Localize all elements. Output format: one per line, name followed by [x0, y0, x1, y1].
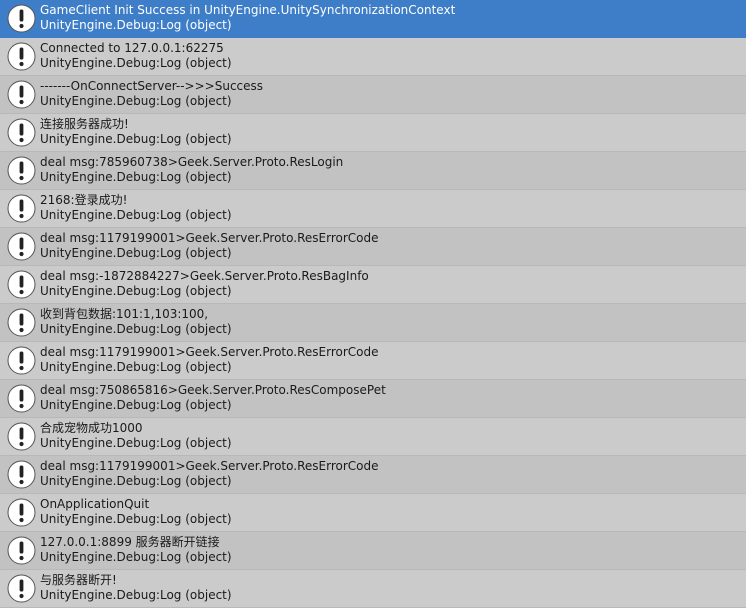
- log-message: 与服务器断开!: [40, 573, 117, 587]
- log-source: UnityEngine.Debug:Log (object): [40, 436, 232, 450]
- log-message: deal msg:785960738>Geek.Server.Proto.Res…: [40, 155, 344, 169]
- log-entry-7[interactable]: deal msg:-1872884227>Geek.Server.Proto.R…: [0, 266, 746, 304]
- info-icon: [7, 156, 36, 185]
- log-source: UnityEngine.Debug:Log (object): [40, 512, 232, 526]
- log-source: UnityEngine.Debug:Log (object): [40, 474, 232, 488]
- log-message: deal msg:-1872884227>Geek.Server.Proto.R…: [40, 269, 369, 283]
- log-source: UnityEngine.Debug:Log (object): [40, 18, 232, 32]
- info-icon: [7, 346, 36, 375]
- log-message: 收到背包数据:101:1,103:100,: [40, 307, 209, 321]
- log-entry-4[interactable]: deal msg:785960738>Geek.Server.Proto.Res…: [0, 152, 746, 190]
- info-icon: [7, 384, 36, 413]
- log-message: GameClient Init Success in UnityEngine.U…: [40, 3, 456, 17]
- log-source: UnityEngine.Debug:Log (object): [40, 170, 232, 184]
- log-message: deal msg:1179199001>Geek.Server.Proto.Re…: [40, 231, 379, 245]
- log-entry-2[interactable]: -------OnConnectServer-->>>Success Unity…: [0, 76, 746, 114]
- info-icon: [7, 4, 36, 33]
- info-icon: [7, 80, 36, 109]
- log-message: OnApplicationQuit: [40, 497, 150, 511]
- info-icon: [7, 194, 36, 223]
- log-source: UnityEngine.Debug:Log (object): [40, 56, 232, 70]
- log-source: UnityEngine.Debug:Log (object): [40, 550, 232, 564]
- console-log-list: GameClient Init Success in UnityEngine.U…: [0, 0, 746, 608]
- log-entry-15[interactable]: 与服务器断开! UnityEngine.Debug:Log (object): [0, 570, 746, 608]
- info-icon: [7, 460, 36, 489]
- log-entry-11[interactable]: 合成宠物成功1000 UnityEngine.Debug:Log (object…: [0, 418, 746, 456]
- log-message: 127.0.0.1:8899 服务器断开链接: [40, 535, 220, 549]
- info-icon: [7, 308, 36, 337]
- info-icon: [7, 422, 36, 451]
- info-icon: [7, 118, 36, 147]
- info-icon: [7, 42, 36, 71]
- log-source: UnityEngine.Debug:Log (object): [40, 284, 232, 298]
- log-entry-1[interactable]: Connected to 127.0.0.1:62275 UnityEngine…: [0, 38, 746, 76]
- info-icon: [7, 270, 36, 299]
- log-entry-5[interactable]: 2168:登录成功! UnityEngine.Debug:Log (object…: [0, 190, 746, 228]
- info-icon: [7, 232, 36, 261]
- log-entry-12[interactable]: deal msg:1179199001>Geek.Server.Proto.Re…: [0, 456, 746, 494]
- info-icon: [7, 574, 36, 603]
- log-source: UnityEngine.Debug:Log (object): [40, 360, 232, 374]
- log-entry-9[interactable]: deal msg:1179199001>Geek.Server.Proto.Re…: [0, 342, 746, 380]
- log-entry-0[interactable]: GameClient Init Success in UnityEngine.U…: [0, 0, 746, 38]
- log-message: 合成宠物成功1000: [40, 421, 143, 435]
- log-message: 2168:登录成功!: [40, 193, 128, 207]
- log-message: deal msg:1179199001>Geek.Server.Proto.Re…: [40, 345, 379, 359]
- log-entry-6[interactable]: deal msg:1179199001>Geek.Server.Proto.Re…: [0, 228, 746, 266]
- log-source: UnityEngine.Debug:Log (object): [40, 132, 232, 146]
- log-source: UnityEngine.Debug:Log (object): [40, 246, 232, 260]
- log-entry-14[interactable]: 127.0.0.1:8899 服务器断开链接 UnityEngine.Debug…: [0, 532, 746, 570]
- log-source: UnityEngine.Debug:Log (object): [40, 322, 232, 336]
- log-message: Connected to 127.0.0.1:62275: [40, 41, 224, 55]
- log-message: -------OnConnectServer-->>>Success: [40, 79, 264, 93]
- log-entry-10[interactable]: deal msg:750865816>Geek.Server.Proto.Res…: [0, 380, 746, 418]
- log-source: UnityEngine.Debug:Log (object): [40, 398, 232, 412]
- log-source: UnityEngine.Debug:Log (object): [40, 588, 232, 602]
- log-message: deal msg:1179199001>Geek.Server.Proto.Re…: [40, 459, 379, 473]
- log-entry-13[interactable]: OnApplicationQuit UnityEngine.Debug:Log …: [0, 494, 746, 532]
- info-icon: [7, 498, 36, 527]
- log-entry-3[interactable]: 连接服务器成功! UnityEngine.Debug:Log (object): [0, 114, 746, 152]
- log-source: UnityEngine.Debug:Log (object): [40, 94, 232, 108]
- log-entry-8[interactable]: 收到背包数据:101:1,103:100, UnityEngine.Debug:…: [0, 304, 746, 342]
- log-source: UnityEngine.Debug:Log (object): [40, 208, 232, 222]
- log-message: 连接服务器成功!: [40, 117, 129, 131]
- info-icon: [7, 536, 36, 565]
- log-message: deal msg:750865816>Geek.Server.Proto.Res…: [40, 383, 386, 397]
